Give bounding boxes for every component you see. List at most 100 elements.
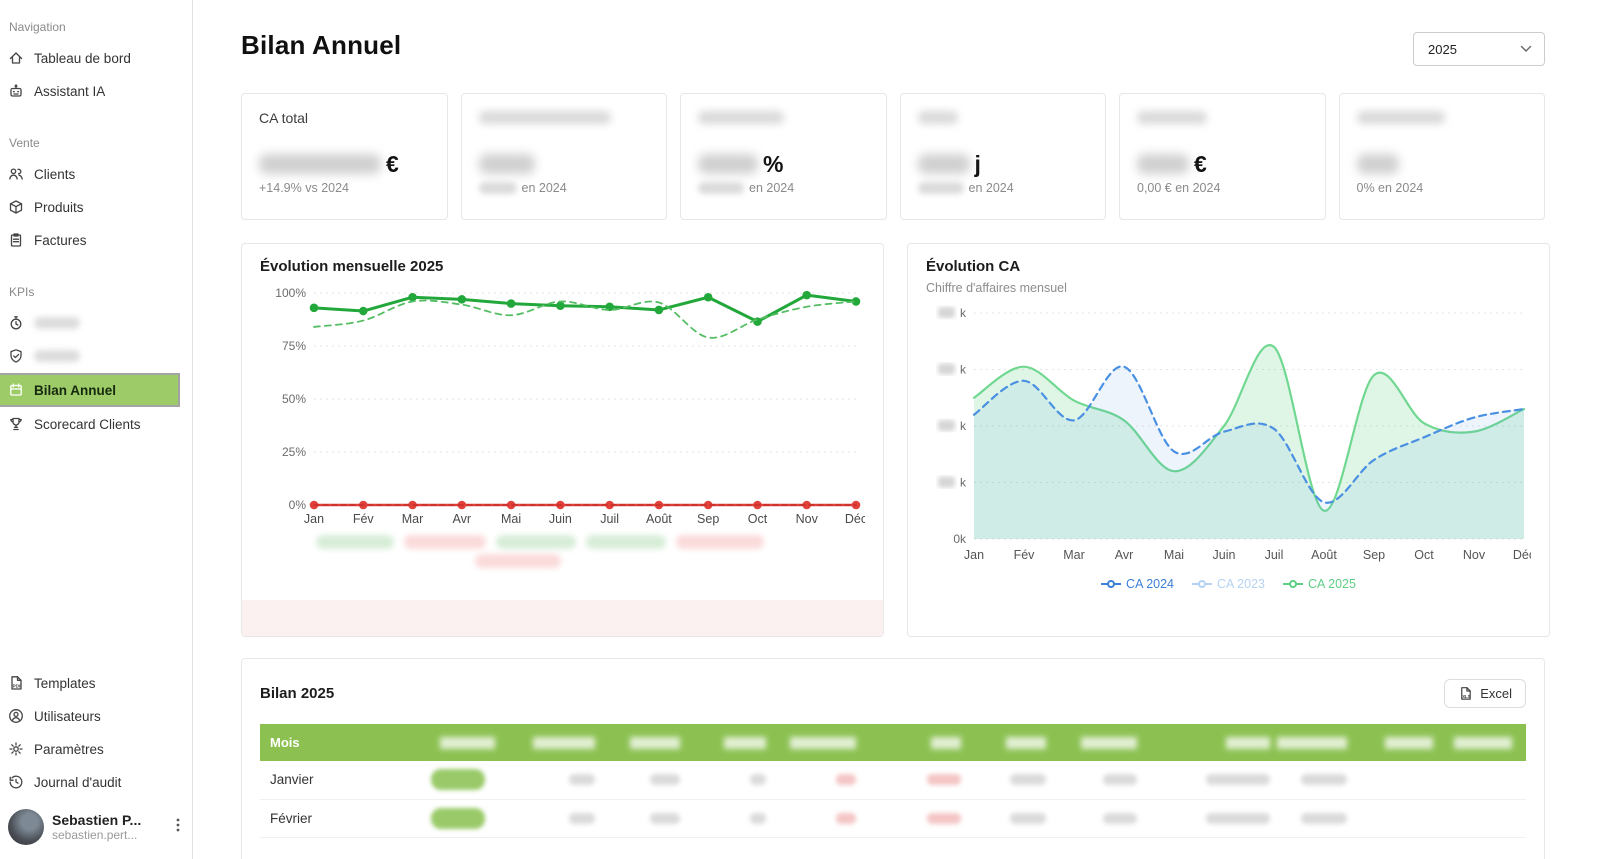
stopwatch-icon xyxy=(10,316,22,330)
kpi-card-redacted-2: en 2024 xyxy=(460,93,667,220)
topbar: Bilan Annuel 2025 xyxy=(241,30,1545,66)
redacted-cell-value xyxy=(1102,812,1137,824)
sidebar-item-label: Templates xyxy=(34,675,96,691)
kpi-value xyxy=(478,150,650,178)
redacted-title xyxy=(917,111,958,124)
svg-text:Avr: Avr xyxy=(453,512,472,526)
column-header-redacted xyxy=(421,724,509,761)
sidebar-item-bilan-annuel[interactable]: Bilan Annuel xyxy=(0,373,180,407)
bilan-table-card: Bilan 2025 XLS Excel Mois Janvier Février xyxy=(241,658,1545,859)
svg-text:Juin: Juin xyxy=(549,512,572,526)
redacted-cell-value xyxy=(927,812,962,824)
user-profile[interactable]: Sebastien P... sebastien.pert... xyxy=(0,799,192,849)
legend-item-ca-2024[interactable]: CA 2024 xyxy=(1101,577,1174,591)
sidebar-item-redacted-1[interactable] xyxy=(0,307,192,339)
legend-label: CA 2024 xyxy=(1126,577,1175,591)
kpi-card-redacted-5: € 0,00 € en 2024 xyxy=(1119,93,1326,220)
legend-marker-icon xyxy=(1101,580,1122,588)
svg-text:Avr: Avr xyxy=(1115,548,1134,562)
kpi-card-ca-total: CA total € +14.9% vs 2024 xyxy=(241,93,448,220)
redacted-cell-value xyxy=(650,774,681,786)
redacted-header xyxy=(1277,736,1348,749)
table-cell xyxy=(1361,799,1446,837)
table-cell xyxy=(1284,799,1361,837)
redacted-cell-value xyxy=(749,812,766,824)
section-label-vente: Vente xyxy=(9,136,40,150)
kpi-card-redacted-4: j en 2024 xyxy=(899,93,1106,220)
page-title: Bilan Annuel xyxy=(241,30,402,60)
svg-text:Nov: Nov xyxy=(796,512,819,526)
sidebar-item-utilisateurs[interactable]: Utilisateurs xyxy=(0,700,192,732)
sidebar-item-journal-audit[interactable]: Journal d'audit xyxy=(0,766,192,798)
excel-button-label: Excel xyxy=(1480,686,1512,701)
redacted-value xyxy=(1137,154,1189,174)
redacted-legend-item xyxy=(316,535,394,549)
kpi-title: CA total xyxy=(259,109,309,126)
table-row: Février xyxy=(260,799,1526,837)
svg-text:100%: 100% xyxy=(275,286,306,300)
column-header-redacted xyxy=(609,724,694,761)
svg-text:k: k xyxy=(960,476,967,490)
sidebar-item-clients[interactable]: Clients xyxy=(0,158,192,190)
sidebar-item-tableau-de-bord[interactable]: Tableau de bord xyxy=(0,42,192,74)
svg-text:Juil: Juil xyxy=(600,512,619,526)
gear-icon xyxy=(9,742,23,756)
svg-text:Août: Août xyxy=(646,512,672,526)
trophy-icon xyxy=(10,417,22,431)
table-cell xyxy=(975,799,1060,837)
svg-text:Sep: Sep xyxy=(1363,548,1385,562)
svg-text:k: k xyxy=(960,306,967,320)
legend-item-ca-2025[interactable]: CA 2025 xyxy=(1282,577,1356,591)
kpi-value-suffix: € xyxy=(386,150,399,177)
sidebar-item-label: Clients xyxy=(34,166,76,182)
sidebar-item-assistant-ia[interactable]: Assistant IA xyxy=(0,75,192,107)
home-icon xyxy=(9,52,23,64)
section-label-kpis: KPIs xyxy=(9,285,35,299)
sidebar-item-parametres[interactable]: Paramètres xyxy=(0,733,192,765)
kpi-title xyxy=(698,109,869,126)
app-root: Navigation Tableau de bord Assistant IA … xyxy=(0,0,1600,859)
column-header-redacted xyxy=(1277,724,1361,761)
redacted-header xyxy=(1384,736,1433,749)
redacted-header xyxy=(723,736,766,749)
redacted-text xyxy=(698,182,744,194)
profile-menu-button[interactable] xyxy=(172,813,184,842)
svg-text:75%: 75% xyxy=(282,339,306,353)
kpi-card-redacted-3: % en 2024 xyxy=(680,93,887,220)
redacted-cell-value xyxy=(1010,774,1047,786)
sidebar-item-label: Factures xyxy=(34,232,87,248)
sidebar-item-templates[interactable]: PDF Templates xyxy=(0,667,192,699)
sidebar-item-factures[interactable]: Factures xyxy=(0,224,192,256)
column-header-redacted xyxy=(870,724,975,761)
sidebar-item-produits[interactable]: Produits xyxy=(0,191,192,223)
redacted-header xyxy=(533,736,596,749)
excel-export-button[interactable]: XLS Excel xyxy=(1444,679,1526,708)
redacted-text xyxy=(478,182,517,194)
sidebar-item-label: Produits xyxy=(34,199,84,215)
column-header-redacted xyxy=(1151,724,1284,761)
sidebar-item-scorecard-clients[interactable]: Scorecard Clients xyxy=(0,408,192,440)
avatar xyxy=(8,809,44,845)
sidebar-item-label: Paramètres xyxy=(34,741,104,757)
redacted-legend-item xyxy=(475,554,561,568)
chart-legend: CA 2024 CA 2023 CA 2025 xyxy=(926,567,1531,601)
kpi-subtitle: en 2024 xyxy=(478,181,650,195)
redacted-cell-value xyxy=(749,774,766,786)
svg-text:25%: 25% xyxy=(282,445,306,459)
legend-item-ca-2023[interactable]: CA 2023 xyxy=(1192,577,1265,591)
section-label-navigation: Navigation xyxy=(9,20,66,34)
row-label-mois: Février xyxy=(270,810,313,826)
redacted-legend-item xyxy=(676,535,764,549)
bilan-table: Mois Janvier Février xyxy=(260,724,1526,838)
kpi-value-suffix: % xyxy=(763,150,784,177)
column-header-redacted xyxy=(975,724,1060,761)
column-header-redacted xyxy=(1447,724,1526,761)
sidebar-item-redacted-2[interactable] xyxy=(0,340,192,372)
year-select[interactable]: 2025 xyxy=(1413,32,1545,66)
redacted-title xyxy=(698,111,784,124)
svg-text:Nov: Nov xyxy=(1463,548,1486,562)
svg-text:Fév: Fév xyxy=(353,512,375,526)
redacted-cell-value xyxy=(835,812,856,824)
history-icon xyxy=(9,775,23,789)
